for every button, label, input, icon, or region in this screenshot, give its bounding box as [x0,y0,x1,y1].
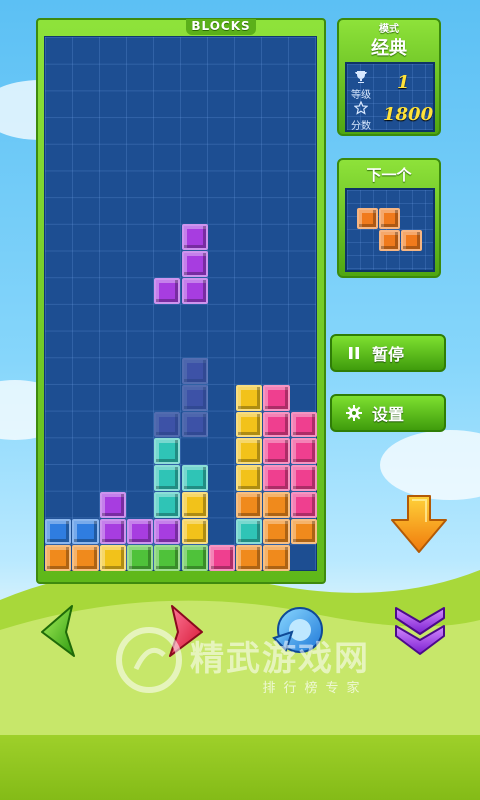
stacked-block [236,491,263,518]
next-piece-block [401,230,422,251]
stacked-block [154,545,181,571]
stacked-block [181,465,208,491]
arrow-left-icon[interactable] [36,602,92,658]
next-piece-block [379,230,400,251]
stacked-block [126,545,154,571]
ghost-block [181,358,208,384]
next-panel: 下一个 [337,158,441,278]
stacked-block [45,545,72,571]
score-value: 1800 [383,104,434,125]
stacked-block [263,518,290,545]
gear-icon [346,405,362,421]
watermark: 精武游戏网 排行榜专家 [116,625,450,696]
next-piece-box [345,188,435,272]
stacked-block [126,518,154,545]
stacked-block [263,545,290,571]
pause-label: 暂停 [372,345,405,364]
mode-title: 经典 [371,38,407,59]
stacked-block [290,438,317,464]
stacked-block [154,491,181,518]
mode-panel: 模式 经典 等级 1 分数 1800 [337,18,441,136]
next-piece-block [357,208,378,229]
ghost-block [181,384,208,411]
pause-icon [346,345,362,361]
stacked-block [154,438,181,464]
star-icon [354,101,368,115]
stacked-block [290,491,317,518]
stacked-block [154,465,181,491]
settings-button[interactable]: 设置 [330,394,446,432]
stacked-block [263,438,290,464]
falling-block [154,277,181,304]
stacked-block [45,518,72,545]
level-value: 1 [397,72,410,93]
game-board[interactable] [44,36,317,571]
level-label: 等级 [351,90,371,101]
stacked-block [99,491,126,518]
ghost-block [154,411,181,438]
ghost-block [181,411,208,438]
falling-block [181,224,208,250]
watermark-subtitle: 排行榜专家 [262,681,368,696]
stacked-block [181,491,208,518]
falling-block [181,277,208,304]
stacked-block [236,465,263,491]
arrow-down-icon[interactable] [388,494,450,554]
stats-box: 等级 1 分数 1800 [345,62,435,132]
stacked-block [181,545,208,571]
game-screen: BLOCKS 模式 经典 等级 1 分数 1800 下一个 暂停 设置 精武游戏… [0,0,480,800]
next-title: 下一个 [366,166,412,184]
watermark-title: 精武游戏网 [190,639,370,679]
stacked-block [263,384,290,411]
stacked-block [263,411,290,438]
stacked-block [236,518,263,545]
watermark-logo [116,627,182,693]
stacked-block [236,384,263,411]
stacked-block [290,518,317,545]
settings-label: 设置 [372,405,405,424]
ground [0,735,480,800]
stacked-block [263,491,290,518]
stacked-block [72,518,99,545]
stacked-block [99,518,126,545]
board-title: BLOCKS [186,19,256,35]
stacked-block [154,518,181,545]
trophy-icon [355,71,367,83]
mode-header: 模式 [379,24,399,35]
pause-button[interactable]: 暂停 [330,334,446,372]
stacked-block [208,545,236,571]
next-piece-block [379,208,400,229]
stacked-block [263,465,290,491]
cloud [380,430,480,500]
score-label: 分数 [351,121,371,132]
stacked-block [181,518,208,545]
stacked-block [236,411,263,438]
falling-block [181,251,208,277]
stacked-block [290,411,317,438]
stacked-block [72,545,99,571]
stacked-block [236,438,263,464]
stacked-block [99,545,126,571]
stacked-block [290,465,317,491]
stacked-block [236,545,263,571]
